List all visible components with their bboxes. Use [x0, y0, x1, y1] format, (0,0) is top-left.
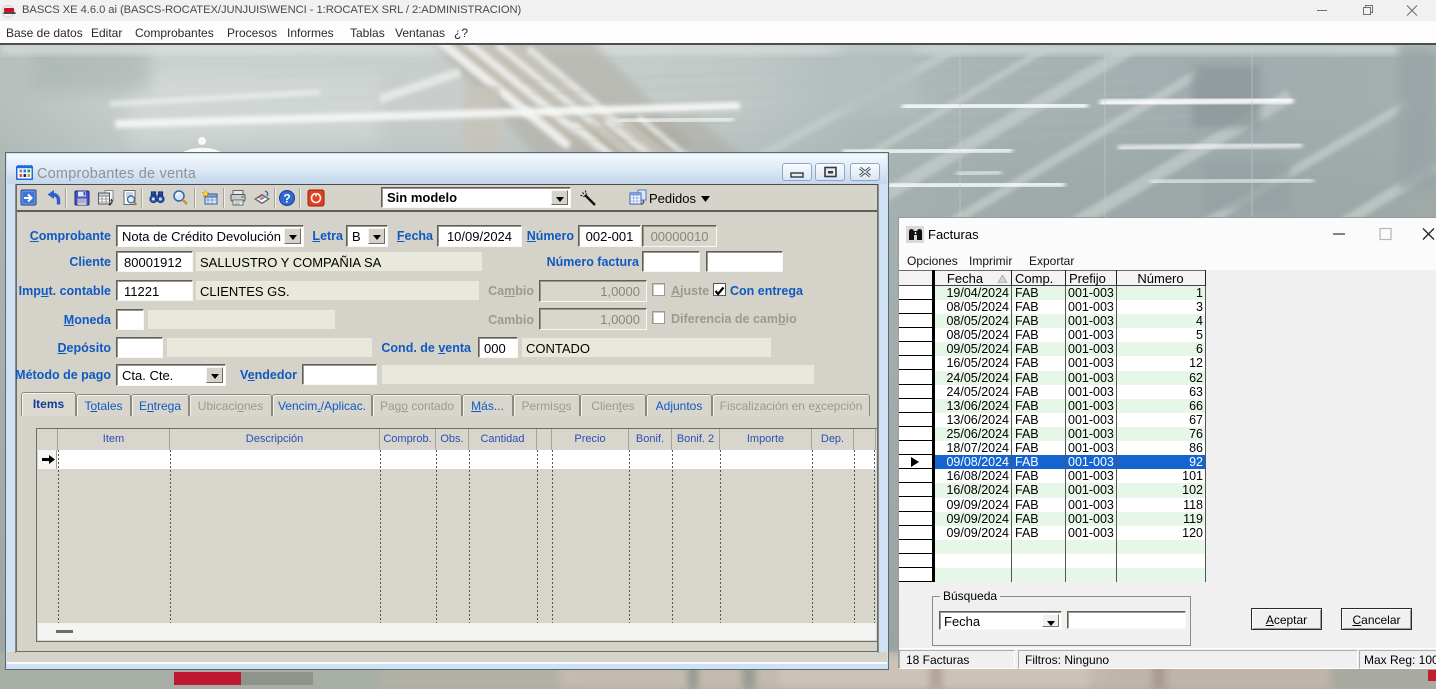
svg-text:?: ? [283, 192, 290, 206]
